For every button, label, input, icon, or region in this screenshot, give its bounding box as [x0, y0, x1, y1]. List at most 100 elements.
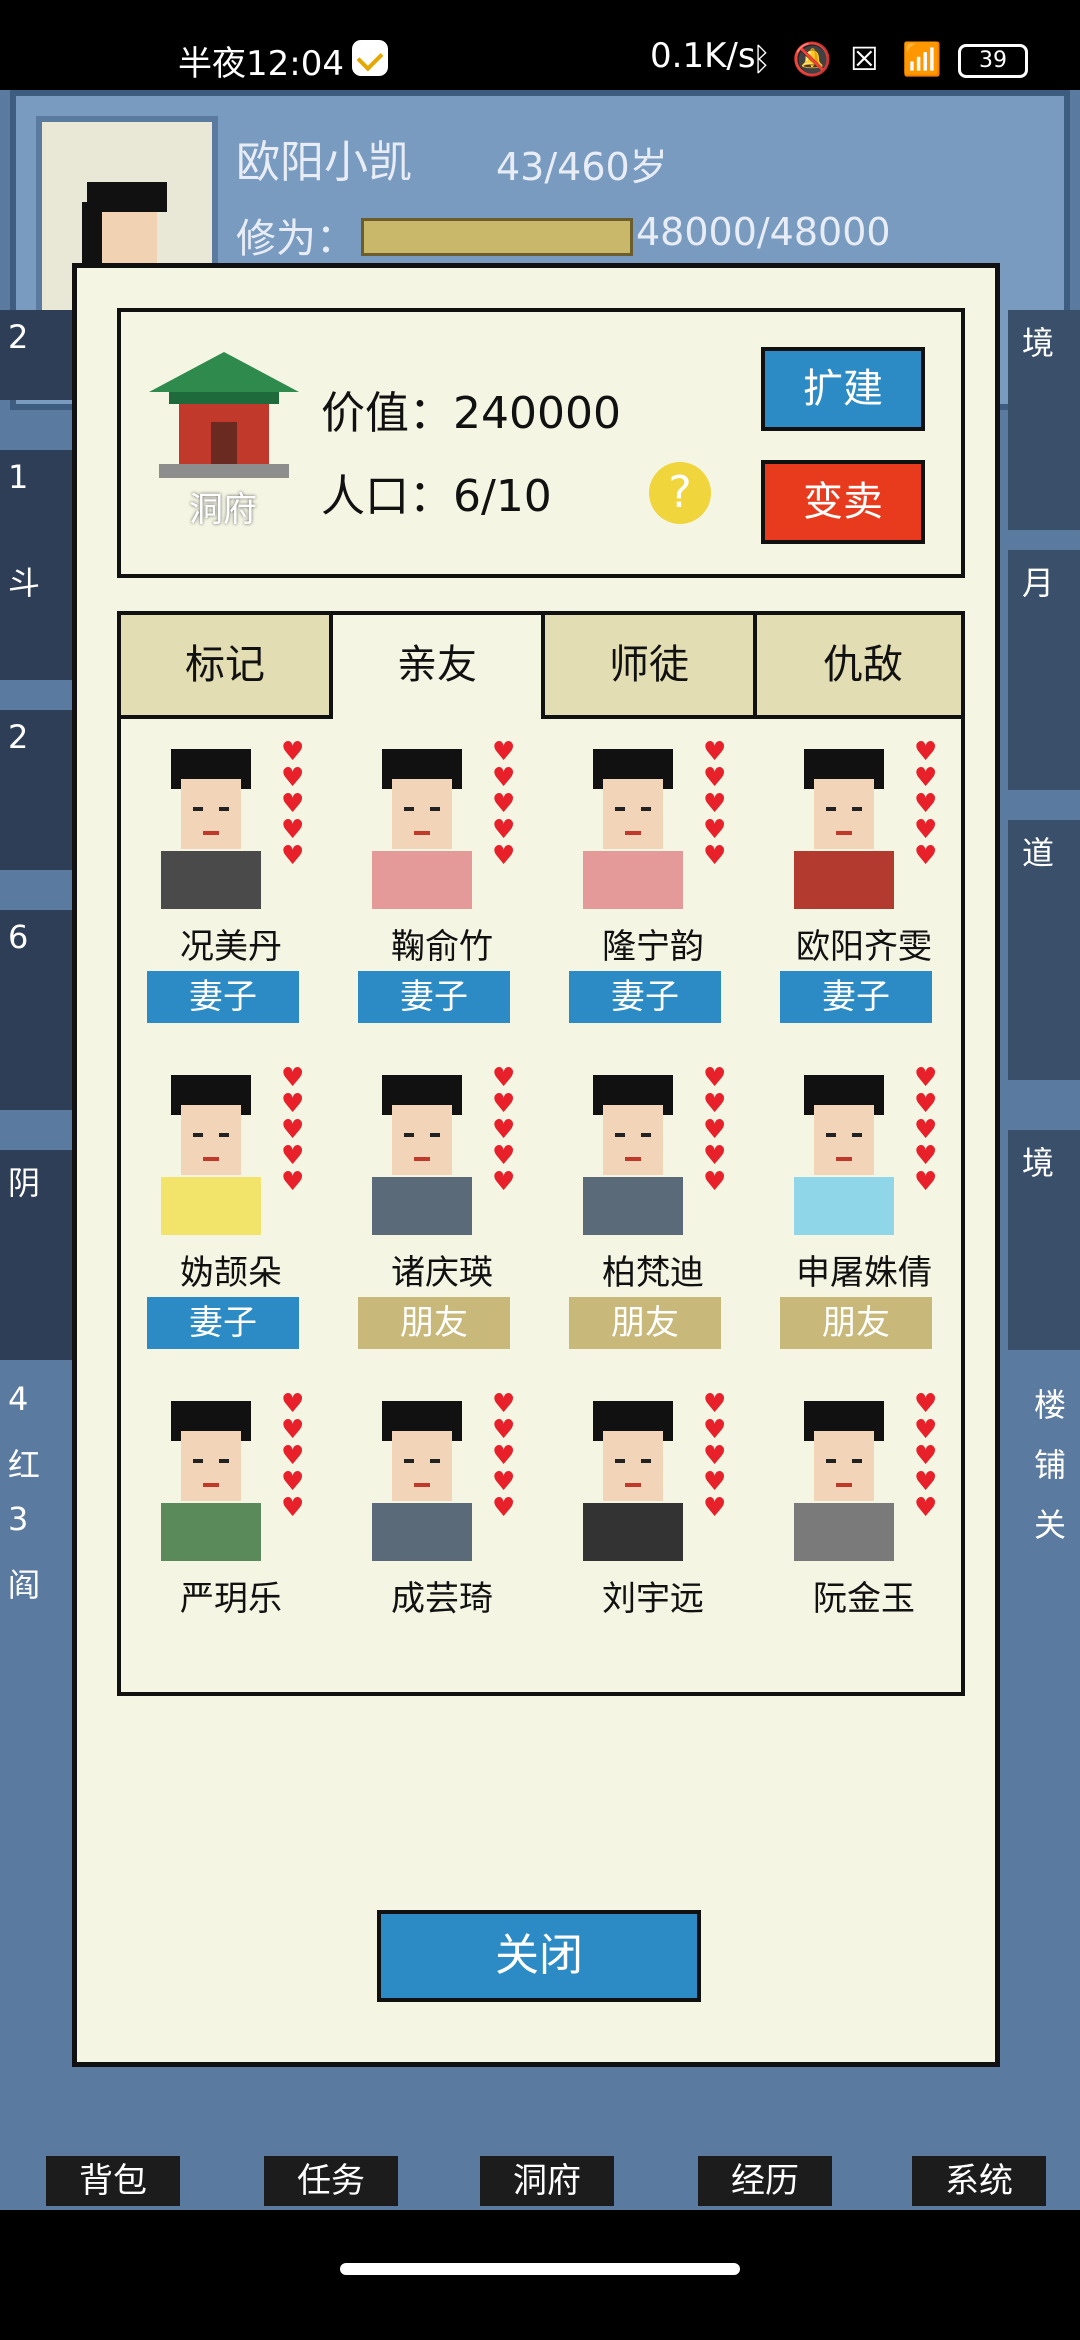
nav-system[interactable]: 系统: [912, 2156, 1046, 2206]
heart-icon: ♥: [703, 841, 727, 871]
side-map-label: 境: [1022, 324, 1055, 362]
heart-icon: ♥: [281, 1089, 305, 1119]
tab-enemies[interactable]: 仇敌: [757, 615, 961, 719]
side-map-left[interactable]: 2: [0, 710, 72, 870]
heart-icon: ♥: [492, 1089, 516, 1119]
heart-icon: ♥: [914, 737, 938, 767]
heart-icon: ♥: [914, 789, 938, 819]
residence-dialog: 洞府 价值：240000 人口：6/10 ? 扩建 变卖 标记 亲友 师徒 仇敌…: [72, 263, 1000, 2067]
residence-value: 价值：240000: [321, 388, 621, 439]
character-name: 妫颉朵: [180, 1253, 282, 1293]
character-card[interactable]: ♥ ♥ ♥ ♥ ♥ 刘宇远: [563, 1389, 743, 1692]
side-map-label: 斗: [8, 564, 41, 602]
side-map-right[interactable]: 境: [1008, 1130, 1080, 1350]
tab-marks[interactable]: 标记: [121, 615, 333, 719]
relation-badge: 妻子: [569, 971, 721, 1023]
heart-icon: ♥: [492, 1415, 516, 1445]
sell-button[interactable]: 变卖: [761, 460, 925, 544]
character-card[interactable]: ♥ ♥ ♥ ♥ ♥ 柏梵迪 朋友: [563, 1065, 743, 1375]
cultivation-bar: [361, 218, 633, 256]
nav-residence[interactable]: 洞府: [480, 2156, 614, 2206]
affinity-hearts: ♥ ♥ ♥ ♥ ♥: [914, 1391, 942, 1521]
side-map-label: 红: [8, 1446, 41, 1484]
pavilion-icon: [139, 342, 309, 492]
check-app-icon: [352, 40, 388, 76]
expand-button[interactable]: 扩建: [761, 347, 925, 431]
character-card[interactable]: ♥ ♥ ♥ ♥ ♥ 况美丹 妻子: [141, 739, 321, 1049]
heart-icon: ♥: [914, 815, 938, 845]
heart-icon: ♥: [914, 1167, 938, 1197]
heart-icon: ♥: [492, 1115, 516, 1145]
heart-icon: ♥: [281, 1063, 305, 1093]
side-map-left[interactable]: 2: [0, 310, 72, 400]
nav-tasks[interactable]: 任务: [264, 2156, 398, 2206]
heart-icon: ♥: [492, 737, 516, 767]
heart-icon: ♥: [281, 815, 305, 845]
character-name: 诸庆瑛: [391, 1253, 493, 1293]
heart-icon: ♥: [703, 1089, 727, 1119]
residence-population: 人口：6/10: [321, 471, 552, 522]
heart-icon: ♥: [703, 1467, 727, 1497]
side-map-label: 道: [1022, 834, 1055, 872]
help-icon[interactable]: ?: [649, 462, 711, 524]
character-card[interactable]: ♥ ♥ ♥ ♥ ♥ 成芸琦: [352, 1389, 532, 1692]
side-map-label: 关: [1033, 1506, 1066, 1544]
heart-icon: ♥: [281, 841, 305, 871]
heart-icon: ♥: [703, 1115, 727, 1145]
side-map-right[interactable]: 境: [1008, 310, 1080, 530]
character-card[interactable]: ♥ ♥ ♥ ♥ ♥ 隆宁韵 妻子: [563, 739, 743, 1049]
side-map-left[interactable]: 6: [0, 910, 72, 1110]
character-name: 申屠姝倩: [796, 1253, 932, 1293]
character-card[interactable]: ♥ ♥ ♥ ♥ ♥ 妫颉朵 妻子: [141, 1065, 321, 1375]
net-speed: 0.1K/s: [650, 36, 756, 76]
affinity-hearts: ♥ ♥ ♥ ♥ ♥: [492, 1065, 520, 1195]
character-name: 严玥乐: [180, 1579, 282, 1619]
heart-icon: ♥: [914, 763, 938, 793]
heart-icon: ♥: [281, 737, 305, 767]
nav-bag[interactable]: 背包: [46, 2156, 180, 2206]
heart-icon: ♥: [914, 1141, 938, 1171]
heart-icon: ♥: [492, 763, 516, 793]
heart-icon: ♥: [914, 1089, 938, 1119]
side-map-right[interactable]: 月: [1008, 550, 1080, 790]
character-card[interactable]: ♥ ♥ ♥ ♥ ♥ 申屠姝倩 朋友: [774, 1065, 954, 1375]
relation-badge: 妻子: [358, 971, 510, 1023]
side-map-label: 月: [1022, 564, 1055, 602]
close-button[interactable]: 关闭: [377, 1910, 701, 2002]
character-card[interactable]: ♥ ♥ ♥ ♥ ♥ 鞠俞竹 妻子: [352, 739, 532, 1049]
side-map-label: 阴: [8, 1164, 41, 1202]
side-map-label: 楼: [1033, 1386, 1066, 1424]
heart-icon: ♥: [703, 1167, 727, 1197]
bottom-nav: 背包 任务 洞府 经历 系统: [0, 2100, 1080, 2210]
heart-icon: ♥: [914, 841, 938, 871]
character-card[interactable]: ♥ ♥ ♥ ♥ ♥ 严玥乐: [141, 1391, 321, 1692]
cultivation-label: 修为：: [236, 216, 356, 262]
character-card[interactable]: ♥ ♥ ♥ ♥ ♥ 欧阳齐雯 妻子: [774, 739, 954, 1049]
residence-label: 洞府: [189, 490, 257, 530]
side-map-left[interactable]: 斗: [0, 550, 72, 680]
heart-icon: ♥: [281, 1467, 305, 1497]
status-time: 半夜12:04: [178, 44, 344, 84]
character-card[interactable]: ♥ ♥ ♥ ♥ ♥ 诸庆瑛 朋友: [352, 1065, 532, 1375]
side-map-right[interactable]: 道: [1008, 820, 1080, 1080]
side-map-left[interactable]: 阴: [0, 1150, 72, 1360]
character-card[interactable]: ♥ ♥ ♥ ♥ ♥ 阮金玉: [774, 1391, 954, 1692]
heart-icon: ♥: [492, 789, 516, 819]
side-map-label: 6: [8, 918, 29, 956]
status-bar: 半夜12:04 0.1K/s ᛒ 🔕 ☒ 📶 39: [0, 0, 1080, 90]
heart-icon: ♥: [914, 1415, 938, 1445]
tab-friends[interactable]: 亲友: [333, 615, 545, 719]
heart-icon: ♥: [703, 1493, 727, 1523]
heart-icon: ♥: [703, 1389, 727, 1419]
heart-icon: ♥: [703, 1141, 727, 1171]
character-name: 阮金玉: [813, 1579, 915, 1619]
heart-icon: ♥: [492, 1389, 516, 1419]
heart-icon: ♥: [492, 815, 516, 845]
heart-icon: ♥: [492, 1493, 516, 1523]
nav-history[interactable]: 经历: [698, 2156, 832, 2206]
affinity-hearts: ♥ ♥ ♥ ♥ ♥: [703, 1065, 731, 1195]
home-indicator[interactable]: [340, 2263, 740, 2275]
tab-master-disciple[interactable]: 师徒: [545, 615, 757, 719]
heart-icon: ♥: [492, 1141, 516, 1171]
heart-icon: ♥: [703, 815, 727, 845]
